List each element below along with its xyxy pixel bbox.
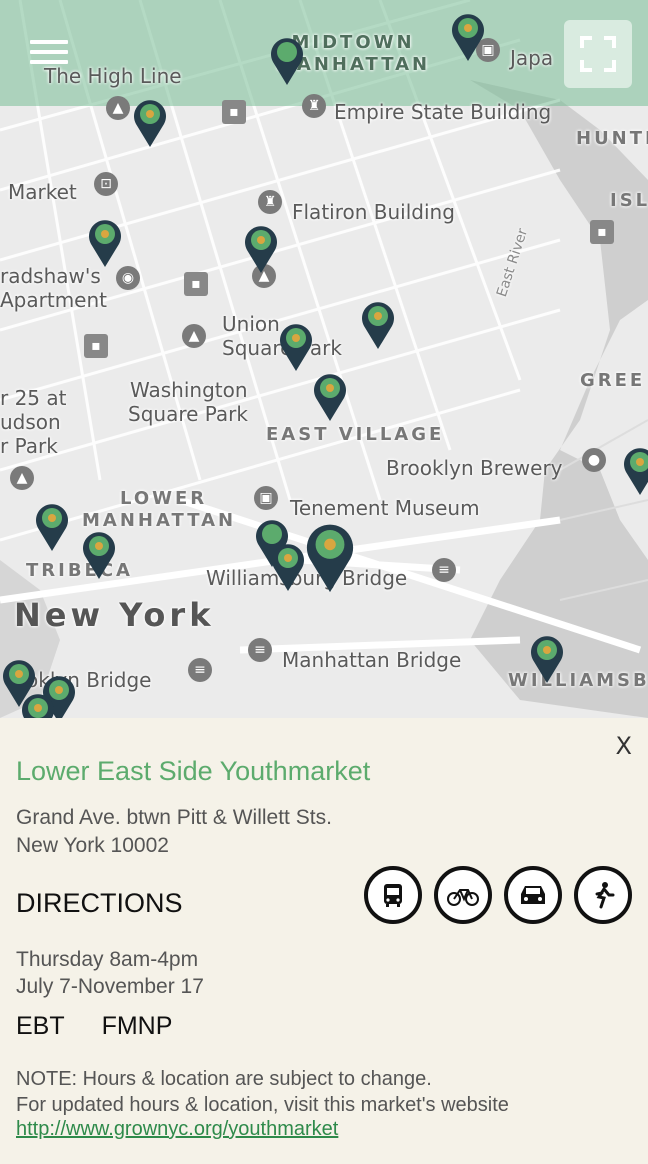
transit-icon[interactable]: ▪ [184, 272, 208, 296]
market-name: Lower East Side Youthmarket [16, 756, 371, 786]
label-union-square-1: Union [222, 312, 280, 336]
label-hunters: HUNTE [576, 128, 648, 149]
label-japan: Japa [510, 46, 554, 70]
label-pier-1: r 25 at [0, 386, 67, 410]
market-pin[interactable] [529, 632, 565, 684]
market-pin[interactable] [34, 500, 70, 552]
bridge-icon[interactable]: ≡ [432, 558, 456, 582]
hours-line-2: July 7-November 17 [16, 975, 204, 998]
landmark-icon[interactable]: ♜ [258, 190, 282, 214]
market-pin[interactable] [87, 216, 123, 268]
bike-icon[interactable] [434, 866, 492, 924]
direction-modes [364, 866, 634, 928]
address-line-1: Grand Ave. btwn Pitt & Willett Sts. [16, 806, 332, 829]
place-icon[interactable]: ● [582, 448, 606, 472]
museum-icon[interactable]: ▣ [254, 486, 278, 510]
address-line-2: New York 10002 [16, 834, 169, 857]
hamburger-menu-icon[interactable] [30, 40, 68, 68]
market-pin[interactable] [132, 96, 168, 148]
market-pin[interactable] [312, 370, 348, 422]
transit-icon[interactable]: ▪ [222, 100, 246, 124]
label-washington-2: Square Park [128, 402, 248, 426]
note-line-2: For updated hours & location, visit this… [16, 1094, 509, 1116]
label-lower: LOWER [120, 488, 208, 509]
market-pin[interactable] [81, 528, 117, 580]
label-new-york: New York [14, 596, 215, 634]
label-brooklyn-brewery: Brooklyn Brewery [386, 456, 563, 480]
label-washington-1: Washington [130, 378, 248, 402]
label-isl: ISL [610, 190, 648, 211]
park-icon[interactable]: ▲ [106, 96, 130, 120]
market-pin[interactable] [243, 222, 279, 274]
map-view[interactable]: MIDTOWN MANHATTAN The High Line Japa Emp… [0, 0, 648, 718]
market-pin[interactable] [270, 540, 306, 592]
label-manhattan-bridge: Manhattan Bridge [282, 648, 462, 672]
hours-line-1: Thursday 8am-4pm [16, 948, 199, 971]
transit-icon[interactable]: ▪ [84, 334, 108, 358]
label-market: Market [8, 180, 77, 204]
transit-icon[interactable]: ▪ [590, 220, 614, 244]
walk-icon[interactable] [574, 866, 632, 924]
fullscreen-icon[interactable] [564, 20, 632, 88]
market-pin[interactable] [360, 298, 396, 350]
market-website-link[interactable]: http://www.grownyc.org/youthmarket [16, 1118, 338, 1141]
note-line-1: NOTE: Hours & location are subject to ch… [16, 1068, 432, 1090]
market-pin-selected[interactable] [304, 518, 356, 594]
market-address: Grand Ave. btwn Pitt & Willett Sts. New … [16, 804, 332, 860]
label-greenpoint: GREE [580, 370, 646, 391]
bridge-icon[interactable]: ≡ [248, 638, 272, 662]
market-hours: Thursday 8am-4pm July 7-November 17 [16, 946, 204, 1000]
park-icon[interactable]: ▲ [182, 324, 206, 348]
label-east-village: EAST VILLAGE [266, 424, 445, 445]
label-tenement: Tenement Museum [290, 496, 480, 520]
close-button[interactable]: X [616, 732, 632, 760]
car-icon[interactable] [504, 866, 562, 924]
market-pin[interactable] [622, 444, 648, 496]
directions-label: DIRECTIONS [16, 888, 183, 918]
market-pin[interactable] [269, 34, 305, 86]
label-flatiron: Flatiron Building [292, 200, 455, 224]
market-pin[interactable] [278, 320, 314, 372]
market-pin[interactable] [20, 690, 56, 718]
payment-fmnp: FMNP [101, 1012, 173, 1040]
payment-ebt: EBT [16, 1012, 65, 1040]
label-bradshaw-2: Apartment [0, 288, 108, 312]
label-bradshaw-1: radshaw's [0, 264, 101, 288]
bridge-icon[interactable]: ≡ [188, 658, 212, 682]
payment-methods: EBT FMNP [16, 1012, 202, 1041]
park-icon[interactable]: ▲ [10, 466, 34, 490]
label-empire-state: Empire State Building [334, 100, 552, 124]
market-info-panel: X Lower East Side Youthmarket Grand Ave.… [0, 718, 648, 1164]
shopping-cart-icon[interactable]: ⊡ [94, 172, 118, 196]
bus-icon[interactable] [364, 866, 422, 924]
label-pier-2: udson [0, 410, 61, 434]
market-pin[interactable] [450, 10, 486, 62]
camera-icon[interactable]: ◉ [116, 266, 140, 290]
landmark-icon[interactable]: ♜ [302, 94, 326, 118]
label-pier-3: r Park [0, 434, 58, 458]
market-note: NOTE: Hours & location are subject to ch… [16, 1066, 509, 1118]
